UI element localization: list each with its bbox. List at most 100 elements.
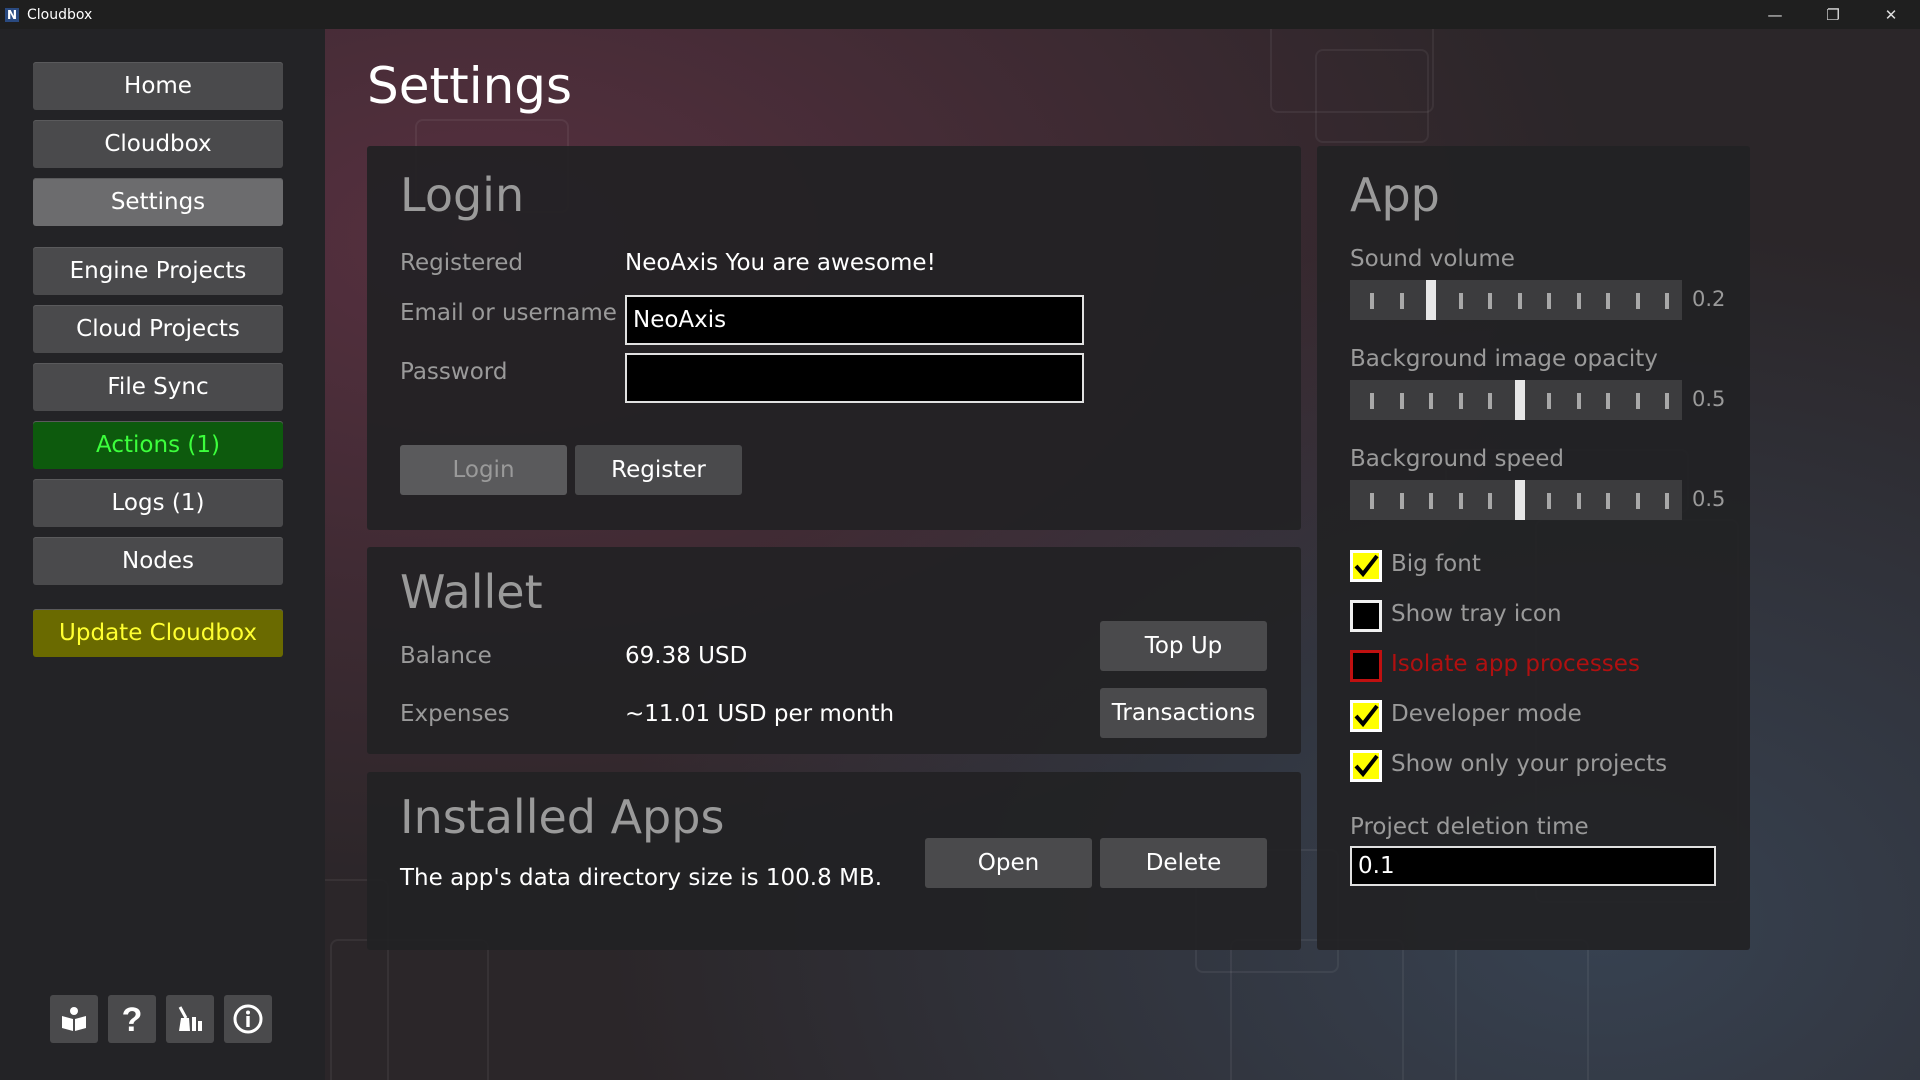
nav-cloudbox-button[interactable]: Cloudbox	[33, 120, 283, 168]
balance-value: 69.38 USD	[625, 643, 748, 669]
slider-tick	[1606, 293, 1610, 309]
slider-tick	[1665, 293, 1669, 309]
slider-tick	[1458, 293, 1463, 309]
slider-tick	[1517, 293, 1522, 309]
info-icon[interactable]	[224, 995, 272, 1043]
slider-tick	[1547, 293, 1551, 309]
slider-tick	[1576, 293, 1581, 309]
background-speed-label: Background speed	[1350, 446, 1565, 472]
slider-thumb[interactable]	[1514, 380, 1525, 420]
checkmark-icon	[1354, 554, 1379, 578]
slider-thumb[interactable]	[1426, 280, 1436, 320]
slider-tick	[1606, 493, 1610, 509]
book-icon[interactable]	[50, 995, 98, 1043]
slider-tick	[1547, 493, 1551, 509]
svg-text:?: ?	[122, 1002, 143, 1036]
sound-volume-value: 0.2	[1692, 287, 1726, 311]
nav-settings-button[interactable]: Settings	[33, 178, 283, 226]
login-panel: Login Registered NeoAxis You are awesome…	[367, 146, 1301, 530]
close-button[interactable]: ✕	[1862, 0, 1920, 29]
page-title: Settings	[367, 57, 573, 115]
balance-label: Balance	[400, 643, 492, 669]
top-up-button[interactable]: Top Up	[1100, 621, 1267, 671]
slider-tick	[1458, 493, 1463, 509]
slider-tick	[1665, 393, 1669, 409]
nav-nodes-button[interactable]: Nodes	[33, 537, 283, 585]
slider-tick	[1399, 293, 1404, 309]
slider-thumb[interactable]	[1514, 480, 1525, 520]
slider-tick	[1370, 293, 1374, 309]
slider-tick	[1635, 493, 1640, 509]
window-title: Cloudbox	[27, 6, 93, 23]
background-opacity-slider[interactable]	[1350, 380, 1682, 420]
restore-button[interactable]: ❐	[1804, 0, 1862, 29]
background-decoration	[330, 939, 489, 1080]
title-bar: N Cloudbox — ❐ ✕	[0, 0, 1920, 29]
slider-tick	[1488, 493, 1492, 509]
background-speed-slider[interactable]	[1350, 480, 1682, 520]
transactions-button[interactable]: Transactions	[1100, 688, 1267, 738]
developer-mode-checkbox[interactable]	[1350, 700, 1382, 732]
slider-tick	[1429, 493, 1433, 509]
show-only-your-projects-checkbox[interactable]	[1350, 750, 1382, 782]
delete-button[interactable]: Delete	[1100, 838, 1267, 888]
show-tray-icon-checkbox[interactable]	[1350, 600, 1382, 632]
minimize-button[interactable]: —	[1746, 0, 1804, 29]
email-label: Email or username	[400, 300, 617, 326]
background-opacity-label: Background image opacity	[1350, 346, 1658, 372]
slider-tick	[1429, 393, 1433, 409]
slider-tick	[1547, 393, 1551, 409]
wallet-title: Wallet	[400, 565, 543, 619]
update-cloudbox-button[interactable]: Update Cloudbox	[33, 609, 283, 657]
checkmark-icon	[1354, 704, 1379, 728]
slider-tick	[1488, 293, 1492, 309]
expenses-value: ~11.01 USD per month	[625, 701, 895, 727]
slider-tick	[1488, 393, 1492, 409]
data-directory-size-text: The app's data directory size is 100.8 M…	[400, 865, 883, 891]
slider-tick	[1576, 493, 1581, 509]
slider-tick	[1370, 393, 1374, 409]
installed-apps-panel: Installed Apps The app's data directory …	[367, 772, 1301, 950]
background-opacity-value: 0.5	[1692, 387, 1726, 411]
slider-tick	[1635, 293, 1640, 309]
nav-engine-projects-button[interactable]: Engine Projects	[33, 247, 283, 295]
email-field[interactable]	[625, 295, 1084, 345]
login-button[interactable]: Login	[400, 445, 567, 495]
background-decoration	[1455, 939, 1589, 1080]
open-button[interactable]: Open	[925, 838, 1092, 888]
sound-volume-label: Sound volume	[1350, 246, 1515, 272]
registered-label: Registered	[400, 250, 523, 276]
slider-tick	[1576, 393, 1581, 409]
checkmark-icon	[1354, 754, 1379, 778]
nav-home-button[interactable]: Home	[33, 62, 283, 110]
cleanup-icon[interactable]	[166, 995, 214, 1043]
isolate-app-processes-checkbox[interactable]	[1350, 650, 1382, 682]
login-title: Login	[400, 168, 525, 222]
expenses-label: Expenses	[400, 701, 510, 727]
big-font-label: Big font	[1391, 551, 1481, 577]
nav-file-sync-button[interactable]: File Sync	[33, 363, 283, 411]
nav-cloud-projects-button[interactable]: Cloud Projects	[33, 305, 283, 353]
app-title: App	[1350, 168, 1440, 222]
slider-tick	[1635, 393, 1640, 409]
help-icon[interactable]: ?	[108, 995, 156, 1043]
sound-volume-slider[interactable]	[1350, 280, 1682, 320]
background-speed-value: 0.5	[1692, 487, 1726, 511]
wallet-panel: Wallet Balance 69.38 USD Expenses ~11.01…	[367, 547, 1301, 754]
main-content: Settings Login Registered NeoAxis You ar…	[325, 29, 1920, 1080]
app-logo-icon: N	[5, 7, 19, 22]
password-field[interactable]	[625, 353, 1084, 403]
nav-logs-button[interactable]: Logs (1)	[33, 479, 283, 527]
project-deletion-time-field[interactable]	[1350, 846, 1716, 886]
slider-tick	[1458, 393, 1463, 409]
slider-tick	[1399, 493, 1404, 509]
slider-tick	[1606, 393, 1610, 409]
nav-actions-button[interactable]: Actions (1)	[33, 421, 283, 469]
register-button[interactable]: Register	[575, 445, 742, 495]
slider-tick	[1399, 393, 1404, 409]
big-font-checkbox[interactable]	[1350, 550, 1382, 582]
installed-apps-title: Installed Apps	[400, 790, 725, 844]
show-tray-icon-label: Show tray icon	[1391, 601, 1562, 627]
password-label: Password	[400, 359, 508, 385]
developer-mode-label: Developer mode	[1391, 701, 1582, 727]
